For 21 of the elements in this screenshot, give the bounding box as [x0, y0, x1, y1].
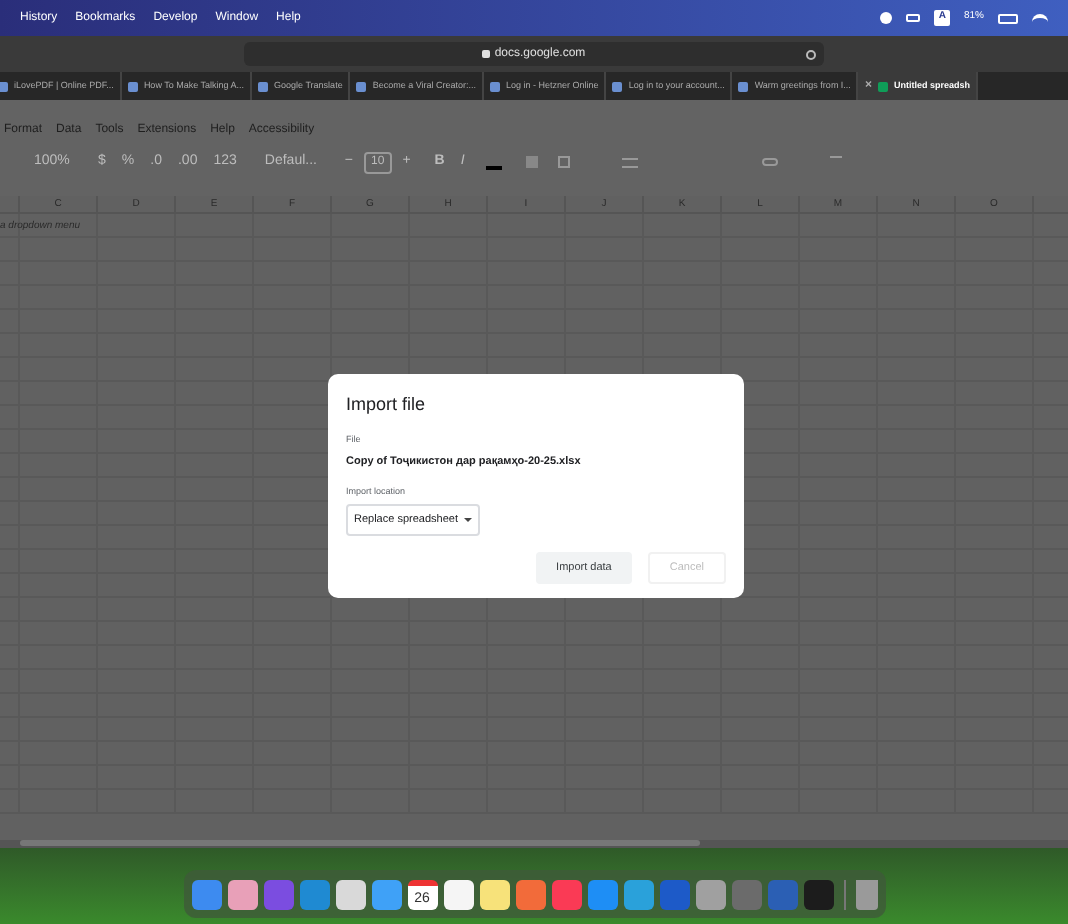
app-icon[interactable]: [371, 879, 401, 909]
app-icon[interactable]: [443, 879, 473, 909]
app-icon[interactable]: [695, 879, 725, 909]
favicon-icon: [877, 81, 888, 91]
battery-icon[interactable]: [998, 13, 1018, 23]
horizontal-scrollbar[interactable]: [20, 840, 700, 846]
favicon-icon: [356, 81, 367, 91]
borders-icon[interactable]: [558, 156, 571, 168]
app-icon[interactable]: [227, 879, 257, 909]
wifi-icon[interactable]: [1032, 13, 1048, 23]
app-icon[interactable]: [335, 879, 365, 909]
lock-icon: [482, 50, 491, 58]
favicon-icon: [0, 81, 8, 91]
app-icon[interactable]: [479, 879, 509, 909]
favicon-icon: [738, 81, 749, 91]
trash-icon[interactable]: [855, 879, 877, 909]
dialog-title: Import file: [346, 392, 428, 418]
favicon-icon: [490, 81, 501, 91]
favicon-icon: [127, 81, 138, 91]
favicon-icon: [258, 81, 269, 91]
favicon-icon: [612, 81, 623, 91]
